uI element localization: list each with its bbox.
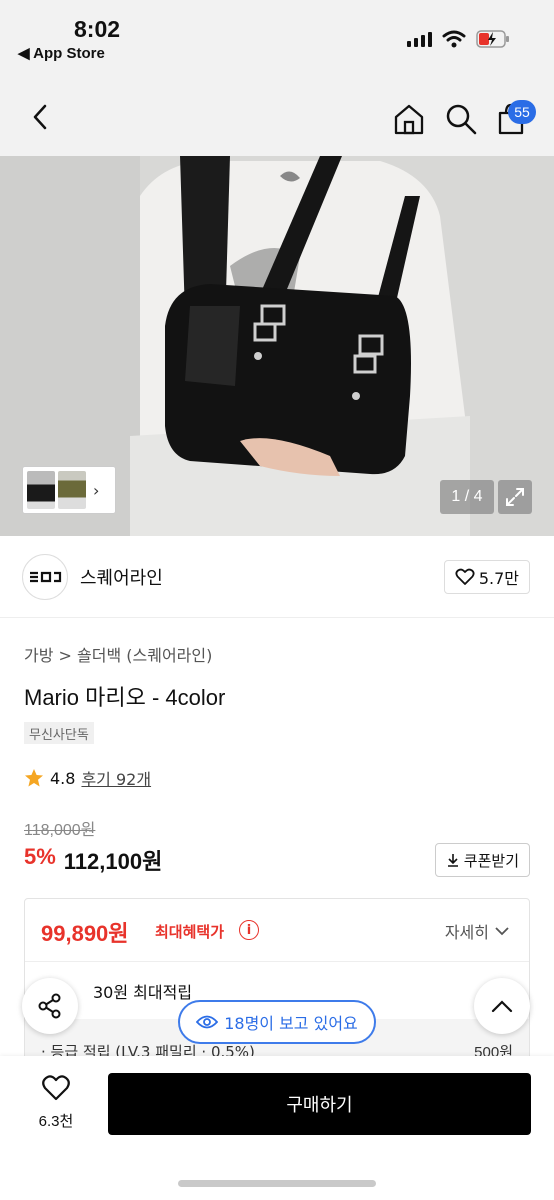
star-icon <box>25 769 43 787</box>
thumbnail-strip[interactable]: › <box>22 466 116 514</box>
exclusive-badge: 무신사단독 <box>24 722 94 744</box>
coupon-label: 쿠폰받기 <box>463 851 519 870</box>
status-bar: 8:02 ◀ App Store <box>0 0 554 78</box>
brand-name[interactable]: 스퀘어라인 <box>80 564 163 590</box>
max-benefit-label: 최대혜택가 <box>155 923 225 941</box>
brand-logo[interactable] <box>22 554 68 600</box>
home-indicator <box>178 1180 376 1187</box>
brand-row[interactable]: 스퀘어라인 5.7만 <box>0 536 554 618</box>
detail-toggle-label: 자세히 <box>444 923 489 942</box>
signal-icon <box>407 31 432 47</box>
scroll-top-button[interactable] <box>474 978 530 1034</box>
share-button[interactable] <box>22 978 78 1034</box>
image-counter: 1 / 4 <box>440 480 494 514</box>
heart-icon <box>42 1075 70 1101</box>
sale-price: 112,100원 <box>63 849 163 874</box>
rating-row[interactable]: 4.8 후기 92개 <box>24 766 151 790</box>
price-row: 5% 112,100원 <box>24 844 162 876</box>
thumbnail-olive[interactable] <box>58 471 86 509</box>
brand-like-count: 5.7만 <box>478 569 519 588</box>
product-title: Mario 마리오 - 4color <box>24 685 226 710</box>
detail-toggle[interactable]: 자세히 <box>445 919 509 943</box>
brand-like-button[interactable]: 5.7만 <box>443 560 530 594</box>
chevron-down-icon <box>495 927 509 936</box>
divider <box>25 961 529 962</box>
info-icon[interactable]: i <box>239 920 259 940</box>
app-header <box>0 78 554 156</box>
heart-icon <box>455 568 475 585</box>
review-count-link[interactable]: 후기 92개 <box>81 766 151 790</box>
cart-count-badge: 55 <box>508 100 536 124</box>
share-icon <box>38 993 61 1019</box>
buy-button[interactable]: 구매하기 <box>108 1073 531 1135</box>
status-time: 8:02 <box>74 16 121 42</box>
product-image-gallery[interactable]: › 1 / 4 <box>0 156 554 536</box>
max-points-title: 30원 최대적립 <box>93 983 193 1002</box>
wifi-icon <box>442 30 466 48</box>
breadcrumb[interactable]: 가방 > 숄더백 (스퀘어라인) <box>24 642 212 666</box>
status-icons <box>407 30 510 48</box>
chevron-up-icon <box>491 1000 513 1013</box>
discount-rate: 5% <box>24 844 56 869</box>
home-icon[interactable] <box>392 102 426 136</box>
viewers-text: 18명이 보고 있어요 <box>224 1014 358 1033</box>
eye-icon <box>196 1015 219 1029</box>
search-icon[interactable] <box>444 102 478 136</box>
expand-icon[interactable] <box>498 480 532 514</box>
wishlist-button[interactable]: 6.3천 <box>28 1074 84 1131</box>
max-benefit-price: 99,890원 <box>41 921 129 946</box>
viewers-pill: 18명이 보고 있어요 <box>178 1000 376 1044</box>
bottom-action-bar: 6.3천 구매하기 <box>0 1056 554 1200</box>
back-icon[interactable] <box>26 102 56 132</box>
thumbnail-black[interactable] <box>27 471 55 509</box>
coupon-button[interactable]: 쿠폰받기 <box>434 843 530 877</box>
original-price: 118,000원 <box>24 822 96 839</box>
wishlist-count: 6.3천 <box>38 1113 74 1130</box>
battery-icon <box>476 30 509 48</box>
chevron-right-icon[interactable]: › <box>93 481 99 500</box>
download-icon <box>447 854 458 867</box>
rating-value: 4.8 <box>50 768 76 788</box>
back-to-app-store[interactable]: ◀ App Store <box>18 44 105 62</box>
